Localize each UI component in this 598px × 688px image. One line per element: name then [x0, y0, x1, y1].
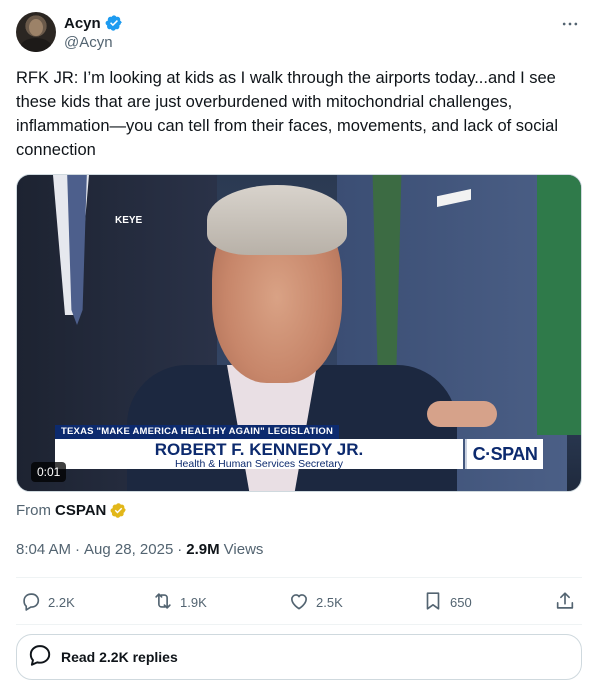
gold-verified-badge-icon: [110, 502, 127, 519]
source-prefix: From: [16, 502, 51, 519]
share-button[interactable]: [554, 590, 576, 615]
like-count: 2.5K: [316, 595, 343, 610]
read-replies-button[interactable]: Read 2.2K replies: [16, 634, 582, 680]
like-button[interactable]: 2.5K: [288, 590, 343, 615]
reply-icon: [20, 590, 42, 615]
avatar[interactable]: [16, 12, 56, 52]
speaker-hair: [207, 185, 347, 255]
views-count: 2.9M: [186, 541, 220, 558]
repost-count: 1.9K: [180, 595, 207, 610]
bookmark-button[interactable]: 650: [422, 590, 472, 615]
repost-icon: [152, 590, 174, 615]
reply-count: 2.2K: [48, 595, 75, 610]
views-label: Views: [223, 541, 264, 558]
more-horizontal-icon[interactable]: [558, 12, 582, 36]
source-name[interactable]: CSPAN: [55, 502, 106, 519]
handle[interactable]: @Acyn: [64, 34, 113, 51]
name-row: Acyn: [64, 14, 123, 32]
chyron-name: ROBERT F. KENNEDY JR.: [154, 440, 364, 459]
chyron-headline: TEXAS "MAKE AMERICA HEALTHY AGAIN" LEGIS…: [55, 425, 340, 439]
avatar-shoulders: [20, 38, 52, 52]
meta-separator-2: ·: [177, 541, 183, 558]
tweet-meta: 8:04 AM · Aug 28, 2025 · 2.9M Views: [16, 541, 263, 558]
station-bug: KEYE: [115, 215, 143, 226]
heart-icon: [288, 590, 310, 615]
repost-button[interactable]: 1.9K: [152, 590, 207, 615]
video-timestamp: 0:01: [31, 462, 67, 482]
divider-top: [16, 577, 582, 578]
verified-badge-icon: [105, 14, 123, 32]
meta-separator: ·: [75, 541, 81, 558]
bookmark-count: 650: [450, 595, 472, 610]
display-name[interactable]: Acyn: [64, 15, 101, 32]
avatar-face: [29, 19, 43, 36]
tweet-text: RFK JR: I’m looking at kids as I walk th…: [16, 69, 558, 159]
chyron-title: Health & Human Services Secretary: [174, 458, 344, 470]
divider-bottom: [16, 624, 582, 625]
video-player[interactable]: KEYE TEXAS "MAKE AMERICA HEALTHY AGAIN" …: [16, 174, 582, 492]
share-icon: [554, 590, 576, 615]
tweet-header: Acyn @Acyn: [16, 12, 582, 56]
tweet-date[interactable]: Aug 28, 2025: [84, 541, 173, 558]
bookmark-icon: [422, 590, 444, 615]
reply-button[interactable]: 2.2K: [20, 590, 75, 615]
read-replies-label: Read 2.2K replies: [61, 649, 178, 665]
chyron-nameplate: ROBERT F. KENNEDY JR. Health & Human Ser…: [55, 439, 463, 470]
background-hand: [427, 401, 497, 427]
source-attribution: From CSPAN: [16, 502, 127, 519]
action-bar: 2.2K 1.9K 2.5K 650: [16, 590, 582, 616]
tweet-time[interactable]: 8:04 AM: [16, 541, 71, 558]
background-person-far-right: [537, 175, 581, 435]
cspan-logo: C·SPAN: [465, 439, 543, 469]
speech-bubble-icon: [27, 642, 53, 673]
